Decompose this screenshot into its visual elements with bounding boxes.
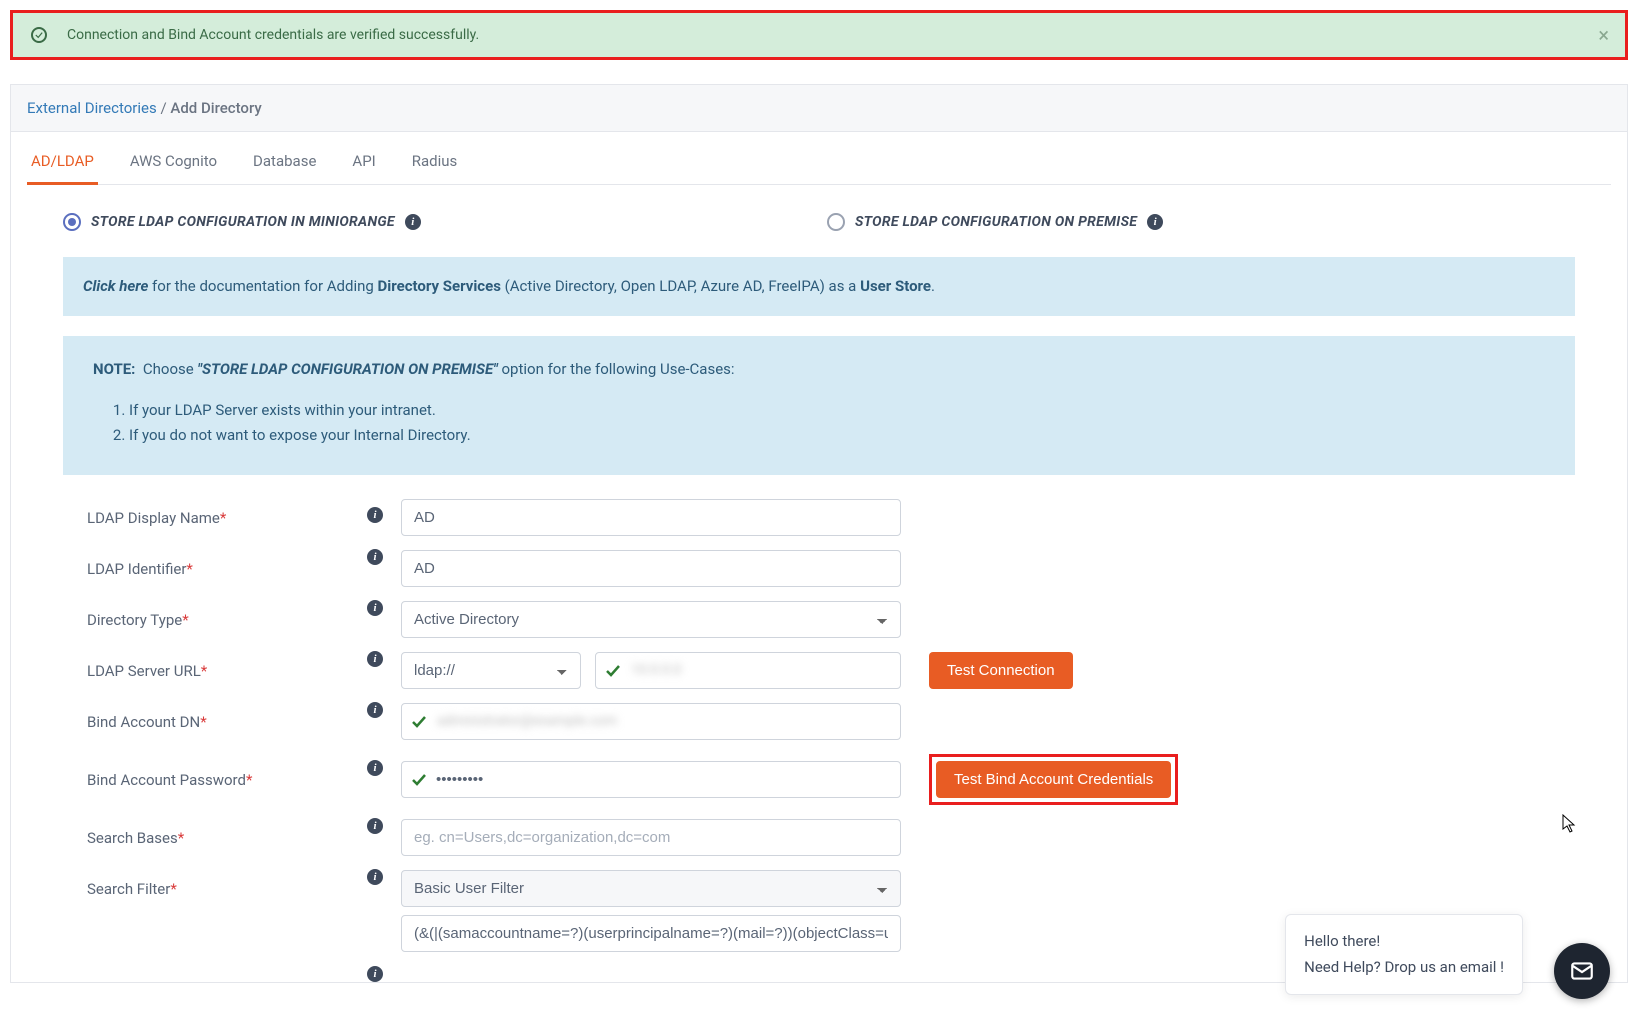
server-host-input[interactable] [595,652,901,689]
test-bind-highlight: Test Bind Account Credentials [929,754,1178,805]
note-item: If your LDAP Server exists within your i… [129,399,1545,422]
doc-hint-strong: User Store [860,277,931,295]
tab-database[interactable]: Database [249,142,320,184]
info-icon[interactable]: i [367,818,383,834]
card-body: AD/LDAP AWS Cognito Database API Radius … [11,132,1627,982]
row-bind-dn: Bind Account DN* i administrator@example… [87,703,1575,740]
alert-text: Connection and Bind Account credentials … [67,27,479,43]
check-circle-icon [31,27,47,43]
row-search-bases: Search Bases* i [87,819,1575,856]
info-icon[interactable]: i [367,507,383,523]
doc-hint-text: (Active Directory, Open LDAP, Azure AD, … [501,277,860,295]
label-display-name: LDAP Display Name* [87,509,367,527]
note-label: NOTE: [93,360,135,378]
row-display-name: LDAP Display Name* i [87,499,1575,536]
breadcrumb-parent[interactable]: External Directories [27,99,157,117]
doc-hint-text: . [931,277,935,295]
main-card: External Directories / Add Directory AD/… [10,84,1628,983]
note-tail: option for the following Use-Cases: [498,360,735,378]
check-icon [411,772,427,788]
info-icon[interactable]: i [367,702,383,718]
test-bind-credentials-button[interactable]: Test Bind Account Credentials [936,761,1171,798]
search-bases-input[interactable] [401,819,901,856]
info-icon[interactable]: i [1147,214,1163,230]
breadcrumb-current: Add Directory [170,99,261,117]
doc-hint-text: for the documentation for Adding [148,277,377,295]
info-icon[interactable]: i [367,549,383,565]
tabs: AD/LDAP AWS Cognito Database API Radius [27,132,1611,185]
info-icon[interactable]: i [367,760,383,776]
bind-password-input[interactable] [401,761,901,798]
tab-adldap[interactable]: AD/LDAP [27,142,98,184]
radio-label: STORE LDAP CONFIGURATION IN MINIORANGE [91,214,395,230]
note-box: NOTE: Choose "STORE LDAP CONFIGURATION O… [63,336,1575,476]
info-icon[interactable]: i [405,214,421,230]
doc-hint-strong: Directory Services [378,277,501,295]
tab-api[interactable]: API [348,142,379,184]
label-search-bases: Search Bases* [87,829,367,847]
chat-fab-button[interactable] [1554,943,1610,999]
search-filter-select[interactable]: Basic User Filter [401,870,901,907]
tab-radius[interactable]: Radius [408,142,462,184]
breadcrumb: External Directories / Add Directory [11,85,1627,132]
note-lead: Choose [143,360,198,378]
radio-option-onpremise[interactable]: STORE LDAP CONFIGURATION ON PREMISE i [827,213,1591,231]
bind-dn-input[interactable] [401,703,901,740]
radio-checked-icon[interactable] [63,213,81,231]
label-search-filter: Search Filter* [87,880,367,898]
tab-aws-cognito[interactable]: AWS Cognito [126,142,221,184]
chat-popup: Hello there! Need Help? Drop us an email… [1285,914,1523,995]
note-quoted: "STORE LDAP CONFIGURATION ON PREMISE" [197,360,497,378]
note-item: If you do not want to expose your Intern… [129,424,1545,447]
close-icon[interactable]: × [1598,23,1609,47]
mail-icon [1569,958,1595,984]
display-name-input[interactable] [401,499,901,536]
click-here-link[interactable]: Click here [83,277,148,295]
directory-type-select[interactable]: Active Directory [401,601,901,638]
info-icon[interactable]: i [367,869,383,885]
radio-option-miniorange[interactable]: STORE LDAP CONFIGURATION IN MINIORANGE i [63,213,827,231]
chat-line2: Need Help? Drop us an email ! [1304,955,1504,981]
check-icon [411,714,427,730]
radio-unchecked-icon[interactable] [827,213,845,231]
ldap-form: LDAP Display Name* i LDAP Identifier* i … [27,475,1611,982]
label-bind-pw: Bind Account Password* [87,771,367,789]
row-search-filter: Search Filter* i Basic User Filter [87,870,1575,907]
test-connection-button[interactable]: Test Connection [929,652,1073,689]
label-bind-dn: Bind Account DN* [87,713,367,731]
row-bind-pw: Bind Account Password* i Test Bind Accou… [87,754,1575,805]
label-directory-type: Directory Type* [87,611,367,629]
row-directory-type: Directory Type* i Active Directory [87,601,1575,638]
chat-line1: Hello there! [1304,929,1504,955]
breadcrumb-sep: / [160,99,166,117]
info-icon[interactable]: i [367,651,383,667]
success-alert: Connection and Bind Account credentials … [13,13,1625,57]
doc-hint-box: Click here for the documentation for Add… [63,257,1575,316]
check-icon [605,663,621,679]
protocol-select[interactable]: ldap:// [401,652,581,689]
radio-label: STORE LDAP CONFIGURATION ON PREMISE [855,214,1137,230]
search-filter-expr-input[interactable] [401,915,901,952]
alert-highlight: Connection and Bind Account credentials … [10,10,1628,60]
info-icon[interactable]: i [367,966,383,982]
info-icon[interactable]: i [367,600,383,616]
row-identifier: LDAP Identifier* i [87,550,1575,587]
row-server-url: LDAP Server URL* i ldap:// 10.0.0.0 Test… [87,652,1575,689]
identifier-input[interactable] [401,550,901,587]
storage-radio-group: STORE LDAP CONFIGURATION IN MINIORANGE i… [27,185,1611,249]
note-list: If your LDAP Server exists within your i… [129,399,1545,448]
label-identifier: LDAP Identifier* [87,560,367,578]
label-server-url: LDAP Server URL* [87,662,367,680]
